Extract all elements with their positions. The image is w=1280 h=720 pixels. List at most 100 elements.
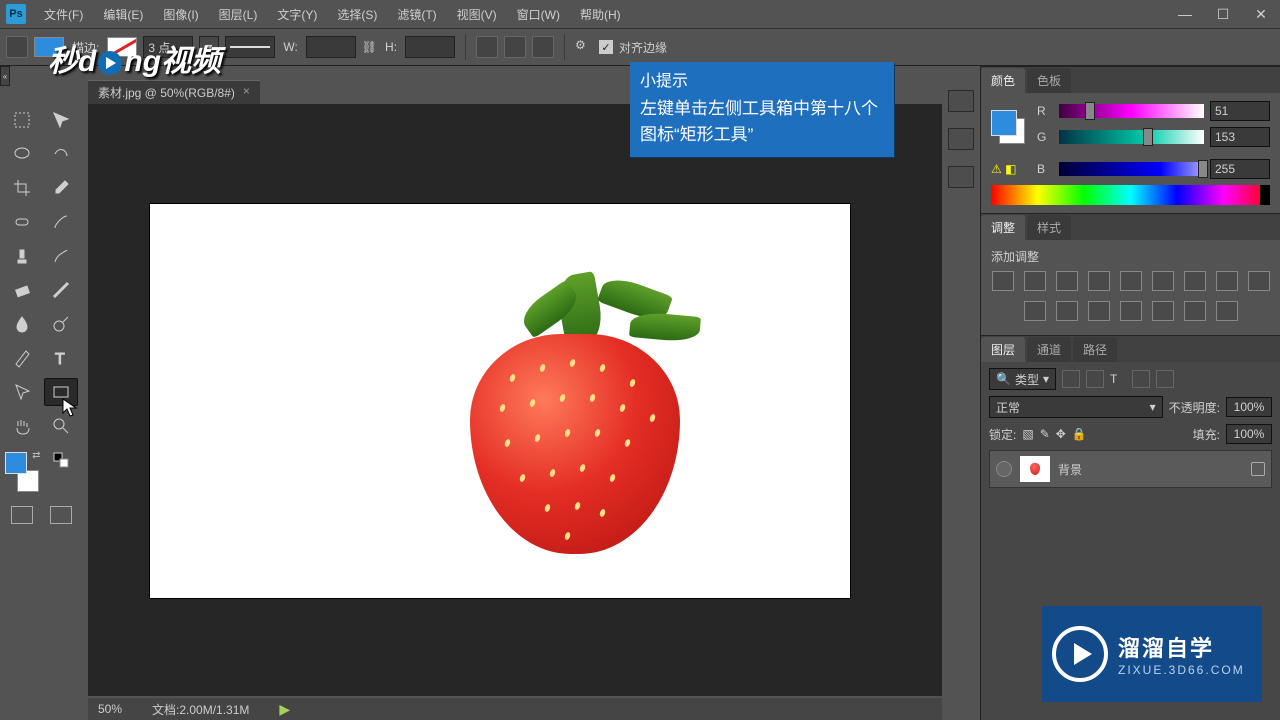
menu-image[interactable]: 图像(I) [153, 2, 208, 27]
link-wh-icon[interactable]: ⛓ [362, 40, 377, 54]
lasso-tool[interactable] [5, 140, 39, 168]
align-edges-checkbox[interactable]: ✓ [599, 40, 613, 54]
screenmode-icon[interactable] [50, 506, 72, 524]
b-slider[interactable] [1059, 162, 1204, 176]
invert-icon[interactable] [1088, 301, 1110, 321]
menu-edit[interactable]: 编辑(E) [93, 2, 153, 27]
menu-file[interactable]: 文件(F) [34, 2, 93, 27]
document-tab[interactable]: 素材.jpg @ 50%(RGB/8#) × [88, 80, 260, 104]
layer-row-background[interactable]: 背景 [989, 450, 1272, 488]
quick-select-tool[interactable] [44, 140, 78, 168]
r-value[interactable]: 51 [1210, 101, 1270, 121]
lock-trans-icon[interactable]: ▧ [1022, 427, 1033, 441]
g-slider[interactable] [1059, 130, 1204, 144]
path-select-tool[interactable] [5, 378, 39, 406]
selcolor-icon[interactable] [1216, 301, 1238, 321]
vibrance-icon[interactable] [1120, 271, 1142, 291]
gear-icon[interactable]: ⚙ [575, 38, 593, 56]
path-ops-icon[interactable] [476, 36, 498, 58]
minimize-button[interactable]: — [1166, 2, 1204, 26]
dodge-tool[interactable] [44, 310, 78, 338]
g-value[interactable]: 153 [1210, 127, 1270, 147]
b-value[interactable]: 255 [1210, 159, 1270, 179]
menu-window[interactable]: 窗口(W) [507, 2, 570, 27]
curves-icon[interactable] [1056, 271, 1078, 291]
pen-tool[interactable] [5, 344, 39, 372]
blend-mode-select[interactable]: 正常 ▾ [989, 396, 1163, 418]
zoom-level[interactable]: 50% [98, 702, 122, 716]
filter-type-icon[interactable]: T [1110, 372, 1126, 386]
menu-help[interactable]: 帮助(H) [570, 2, 631, 27]
doc-info[interactable]: 文档:2.00M/1.31M [152, 701, 249, 718]
brightness-icon[interactable] [992, 271, 1014, 291]
swap-colors-icon[interactable]: ⇄ [32, 450, 40, 461]
poster-icon[interactable] [1120, 301, 1142, 321]
fill-value[interactable]: 100% [1226, 424, 1272, 444]
history-brush-tool[interactable] [44, 242, 78, 270]
hue-icon[interactable] [1152, 271, 1174, 291]
crop-tool[interactable] [5, 174, 39, 202]
menu-type[interactable]: 文字(Y) [267, 2, 327, 27]
lock-pixel-icon[interactable]: ✎ [1040, 427, 1050, 441]
arrange-icon[interactable] [532, 36, 554, 58]
eyedropper-tool[interactable] [44, 174, 78, 202]
canvas-area[interactable] [88, 104, 942, 696]
foreground-color-swatch[interactable] [5, 452, 27, 474]
layer-thumbnail[interactable] [1020, 456, 1050, 482]
collapsed-panel-icon[interactable] [948, 166, 974, 188]
close-tab-icon[interactable]: × [243, 84, 250, 101]
align-icon[interactable] [504, 36, 526, 58]
hand-tool[interactable] [5, 412, 39, 440]
tab-styles[interactable]: 样式 [1027, 215, 1071, 240]
colbal-icon[interactable] [1184, 271, 1206, 291]
tab-swatches[interactable]: 色板 [1027, 68, 1071, 93]
move-tool[interactable] [44, 106, 78, 134]
tab-color[interactable]: 颜色 [981, 68, 1025, 93]
lock-pos-icon[interactable]: ✥ [1056, 427, 1066, 441]
layer-filter-kind[interactable]: 🔍 类型 ▾ [989, 368, 1056, 390]
opacity-value[interactable]: 100% [1226, 397, 1272, 417]
menu-select[interactable]: 选择(S) [327, 2, 387, 27]
collapse-strip[interactable]: « [0, 66, 10, 86]
height-input[interactable] [405, 36, 455, 58]
levels-icon[interactable] [1024, 271, 1046, 291]
gradmap-icon[interactable] [1184, 301, 1206, 321]
tab-layers[interactable]: 图层 [981, 337, 1025, 362]
menu-filter[interactable]: 滤镜(T) [387, 2, 446, 27]
r-slider[interactable] [1059, 104, 1204, 118]
gradient-tool[interactable] [44, 276, 78, 304]
tool-preset-icon[interactable] [6, 36, 28, 58]
marquee-tool[interactable] [5, 106, 39, 134]
gamut-warning-icon[interactable]: ⚠ ◧ [991, 162, 1031, 176]
eraser-tool[interactable] [5, 276, 39, 304]
bw-icon[interactable] [1216, 271, 1238, 291]
menu-view[interactable]: 视图(V) [447, 2, 507, 27]
photo-filter-icon[interactable] [1248, 271, 1270, 291]
lock-all-icon[interactable]: 🔒 [1072, 427, 1087, 441]
color-swatches[interactable]: ⇄ [2, 446, 41, 492]
type-tool[interactable]: T [44, 344, 78, 372]
document-canvas[interactable] [150, 204, 850, 598]
maximize-button[interactable]: ☐ [1204, 2, 1242, 26]
quickmask-icon[interactable] [11, 506, 33, 524]
exposure-icon[interactable] [1088, 271, 1110, 291]
lut-icon[interactable] [1056, 301, 1078, 321]
status-menu-icon[interactable]: ▶ [279, 701, 290, 718]
blur-tool[interactable] [5, 310, 39, 338]
filter-pixel-icon[interactable] [1062, 370, 1080, 388]
default-colors-icon[interactable] [44, 446, 78, 474]
brush-tool[interactable] [44, 208, 78, 236]
stroke-style-dropdown[interactable] [225, 36, 275, 58]
layer-name[interactable]: 背景 [1058, 461, 1082, 478]
panel-color-swatch[interactable] [991, 110, 1025, 144]
visibility-toggle-icon[interactable] [996, 461, 1012, 477]
healing-tool[interactable] [5, 208, 39, 236]
threshold-icon[interactable] [1152, 301, 1174, 321]
menu-layer[interactable]: 图层(L) [209, 2, 268, 27]
color-spectrum[interactable] [991, 185, 1270, 205]
stamp-tool[interactable] [5, 242, 39, 270]
collapsed-panel-icon[interactable] [948, 128, 974, 150]
tab-paths[interactable]: 路径 [1073, 337, 1117, 362]
collapsed-panel-icon[interactable] [948, 90, 974, 112]
filter-adj-icon[interactable] [1086, 370, 1104, 388]
